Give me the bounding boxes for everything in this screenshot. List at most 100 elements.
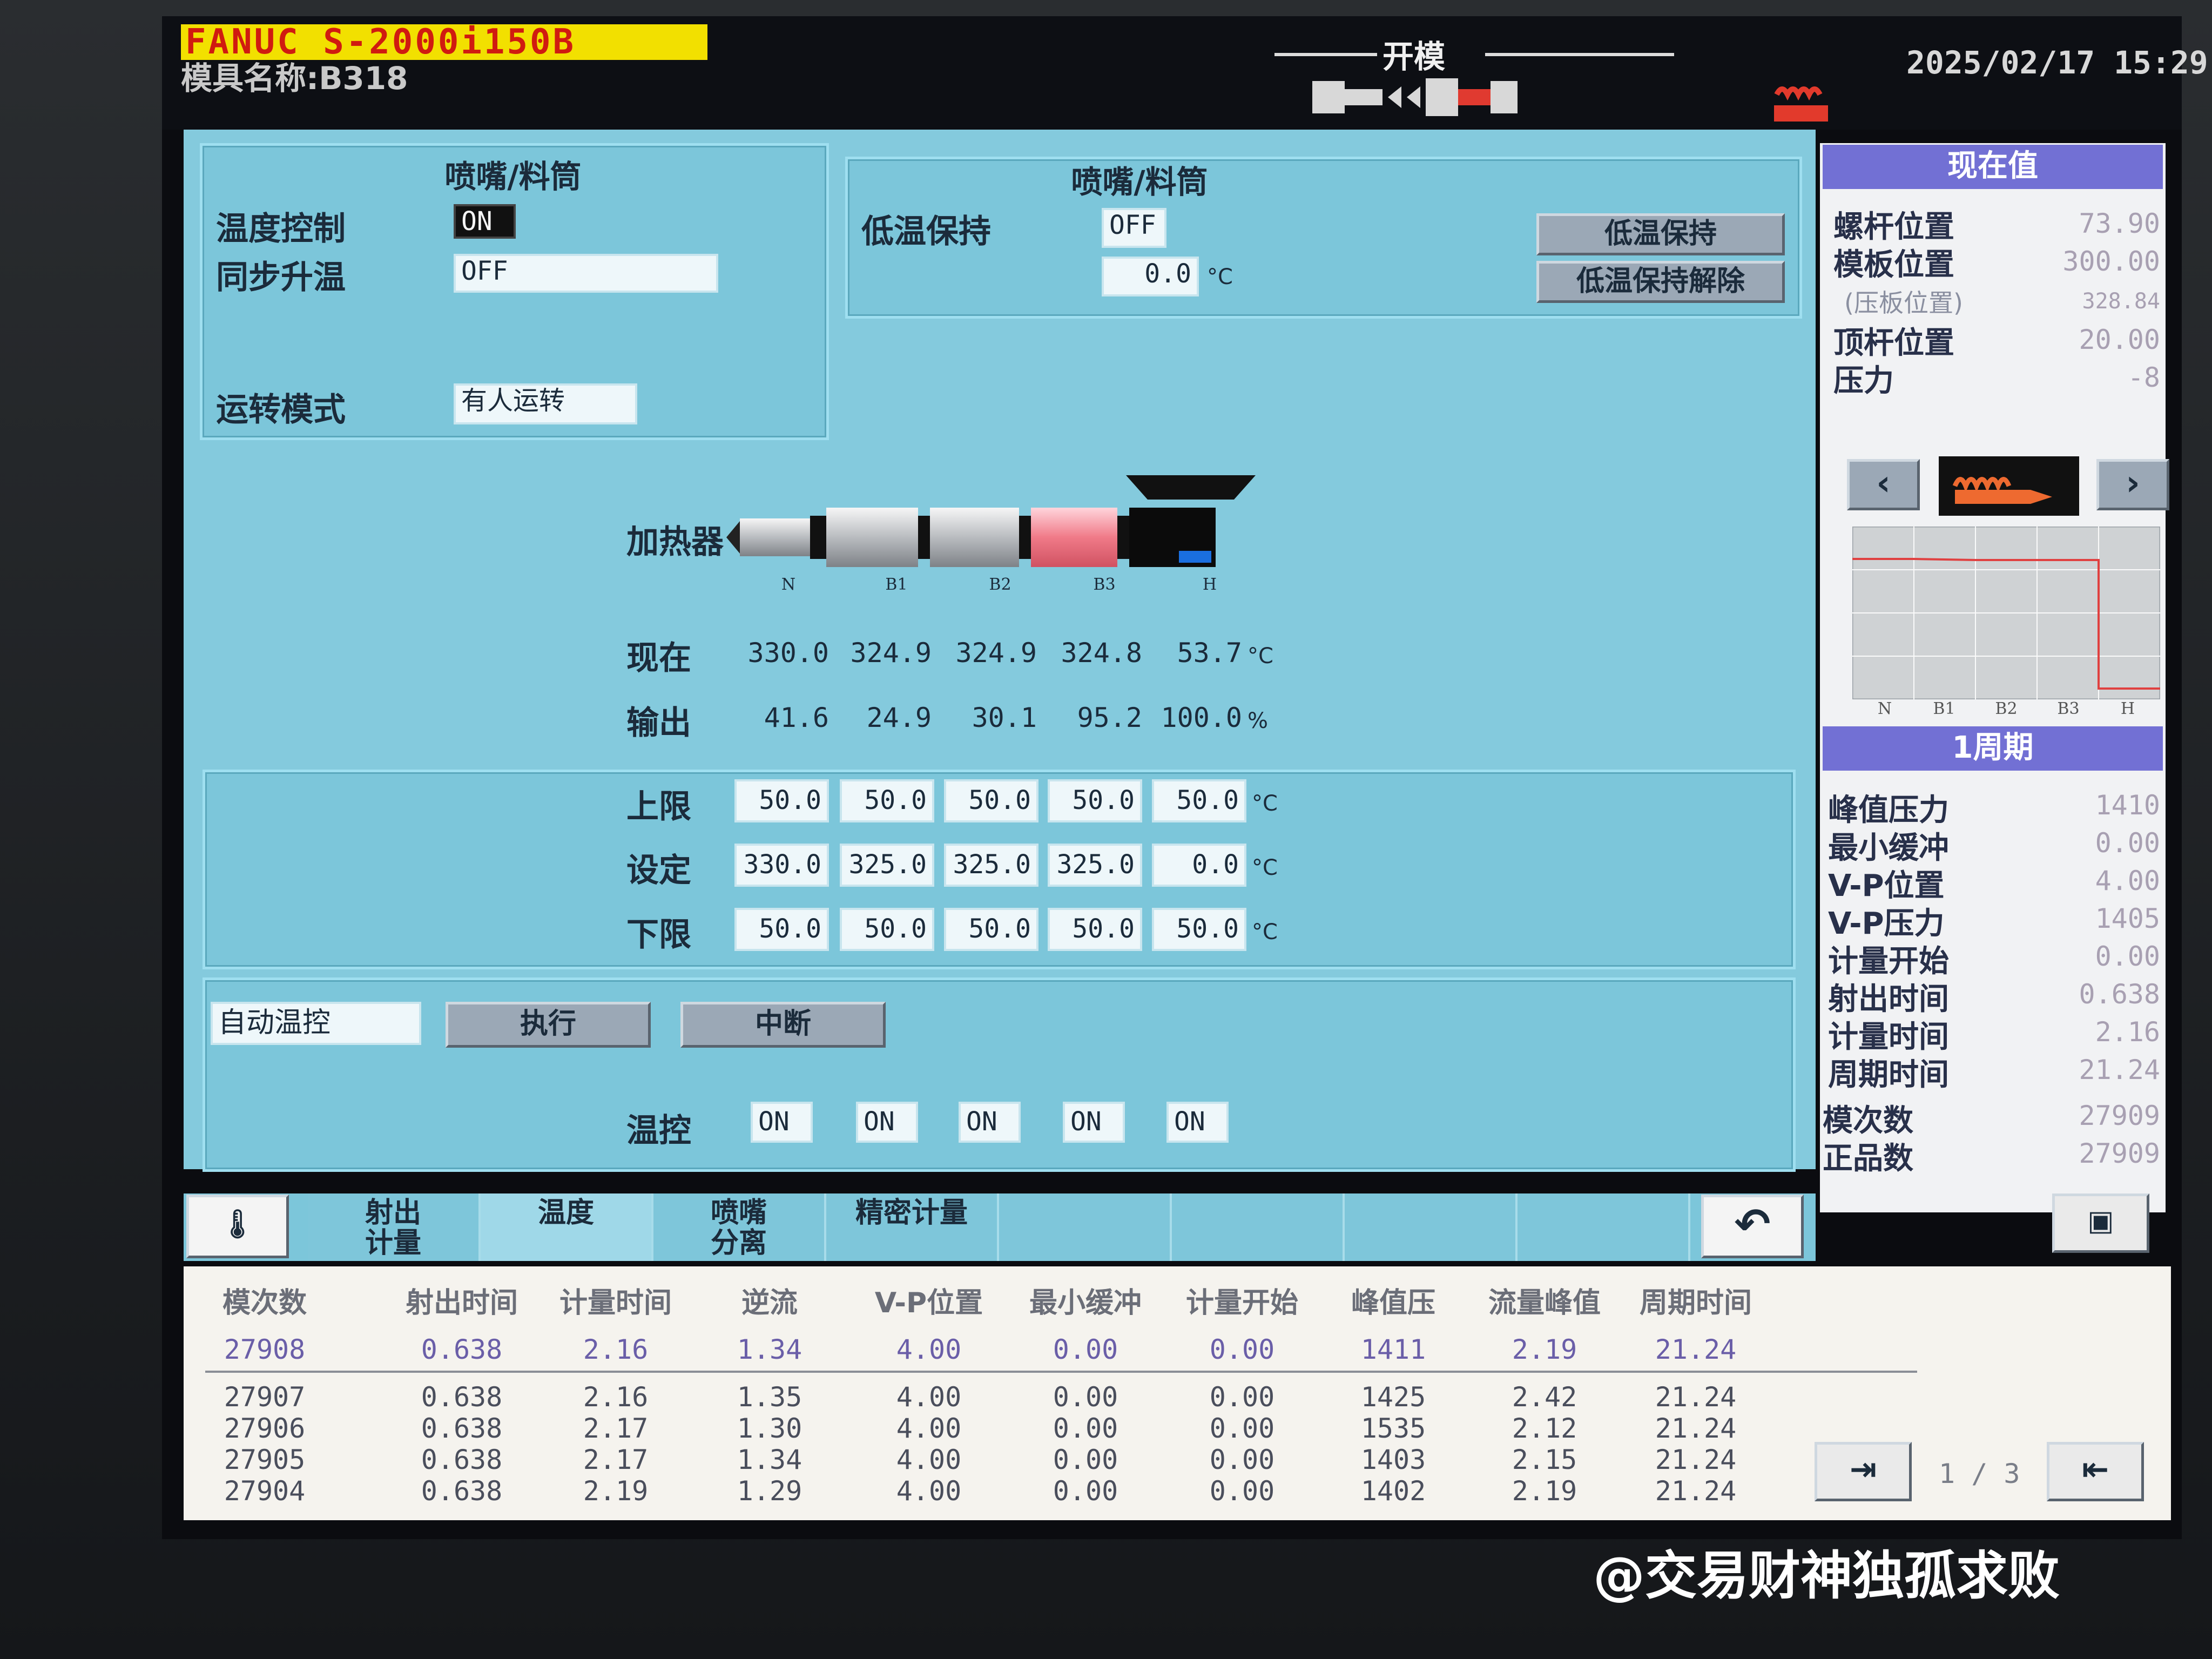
screw-position-value: 73.90 bbox=[2079, 208, 2160, 239]
temp-control-toggle[interactable]: ON bbox=[454, 204, 516, 239]
latest-row-cell: 0.638 bbox=[421, 1334, 503, 1365]
table-cell: 0.00 bbox=[1209, 1413, 1275, 1444]
table-cell: 1.35 bbox=[737, 1381, 802, 1413]
col-header-metering-start: 计量开始 bbox=[1185, 1287, 1298, 1319]
set-temp-n[interactable]: 330.0 bbox=[734, 844, 829, 887]
table-cell: 0.00 bbox=[1053, 1475, 1118, 1507]
panel-title: 喷嘴/料筒 bbox=[444, 158, 582, 195]
table-cell: 2.19 bbox=[583, 1475, 649, 1507]
tab-nozzle-separation[interactable]: 喷嘴 分离 bbox=[653, 1193, 826, 1261]
graph-zone-b1: B1 bbox=[1933, 699, 1955, 718]
press-plate-value: 328.84 bbox=[2082, 289, 2161, 314]
lower-limit-b2[interactable]: 50.0 bbox=[944, 908, 1038, 951]
abort-button[interactable]: 中断 bbox=[680, 1002, 886, 1048]
temp-ctrl-label: 温控 bbox=[626, 1112, 691, 1150]
screen-toggle-icon[interactable]: ▣ bbox=[2052, 1193, 2149, 1253]
tab-empty-6[interactable] bbox=[1172, 1193, 1345, 1261]
temp-ctrl-n[interactable]: ON bbox=[751, 1102, 813, 1143]
page-down-icon[interactable]: ⇤ bbox=[2047, 1442, 2144, 1501]
auto-control-panel bbox=[203, 977, 1796, 1172]
peak-pressure-value: 1410 bbox=[2095, 790, 2160, 821]
good-count-label: 正品数 bbox=[1823, 1141, 1913, 1176]
run-mode-field[interactable]: 有人运转 bbox=[454, 383, 637, 424]
platen-position-label: 模板位置 bbox=[1833, 247, 1954, 282]
table-cell: 2.17 bbox=[583, 1444, 649, 1475]
upper-limit-h[interactable]: 50.0 bbox=[1152, 779, 1246, 822]
upper-limit-n[interactable]: 50.0 bbox=[734, 779, 829, 822]
current-temp-unit: °C bbox=[1247, 644, 1273, 669]
table-cell: 0.638 bbox=[421, 1381, 503, 1413]
tab-empty-5[interactable] bbox=[999, 1193, 1172, 1261]
upper-limit-b2[interactable]: 50.0 bbox=[944, 779, 1038, 822]
good-count-value: 27909 bbox=[2079, 1138, 2160, 1169]
back-arrow-icon[interactable]: ↶ bbox=[1701, 1195, 1804, 1258]
tab-empty-7[interactable] bbox=[1345, 1193, 1518, 1261]
tab-temperature[interactable]: 温度 bbox=[481, 1193, 653, 1261]
table-cell: 0.00 bbox=[1209, 1381, 1275, 1413]
set-temp-b3[interactable]: 325.0 bbox=[1048, 844, 1142, 887]
temp-ctrl-b3[interactable]: ON bbox=[1063, 1102, 1125, 1143]
prev-graph-button[interactable]: ‹ bbox=[1847, 459, 1920, 510]
table-cell: 27904 bbox=[224, 1475, 306, 1507]
temp-ctrl-b1[interactable]: ON bbox=[856, 1102, 918, 1143]
table-cell: 21.24 bbox=[1655, 1381, 1737, 1413]
mold-name: 模具名称:B318 bbox=[181, 60, 408, 97]
tab-precision-metering[interactable]: 精密计量 bbox=[826, 1193, 999, 1261]
pressure-label: 压力 bbox=[1833, 363, 1894, 399]
tab-injection-metering[interactable]: 射出 计量 bbox=[308, 1193, 481, 1261]
barrel-heater-graphic bbox=[726, 475, 1256, 567]
current-temp-h: 53.7 bbox=[1177, 637, 1242, 669]
latest-row-cell: 2.19 bbox=[1512, 1334, 1577, 1365]
temp-ctrl-h[interactable]: ON bbox=[1166, 1102, 1229, 1143]
low-temp-hold-button[interactable]: 低温保持 bbox=[1536, 213, 1785, 255]
table-cell: 0.00 bbox=[1209, 1475, 1275, 1507]
upper-limit-b1[interactable]: 50.0 bbox=[840, 779, 934, 822]
output-b1: 24.9 bbox=[866, 702, 932, 733]
low-temp-value-field[interactable]: 0.0 bbox=[1102, 257, 1199, 296]
zone-label-b2: B2 bbox=[989, 575, 1011, 594]
latest-row-cell: 2.16 bbox=[583, 1334, 649, 1365]
latest-row-cell: 4.00 bbox=[896, 1334, 962, 1365]
heater-status-icon bbox=[1774, 86, 1828, 122]
col-header-shot: 模次数 bbox=[222, 1287, 307, 1319]
table-cell: 27906 bbox=[224, 1413, 306, 1444]
page-up-icon[interactable]: ⇥ bbox=[1815, 1442, 1912, 1501]
set-temp-b1[interactable]: 325.0 bbox=[840, 844, 934, 887]
auto-temp-select[interactable]: 自动温控 bbox=[211, 1002, 421, 1045]
output-label: 输出 bbox=[626, 704, 691, 742]
tab-empty-8[interactable] bbox=[1518, 1193, 1690, 1261]
next-graph-button[interactable]: › bbox=[2096, 459, 2169, 510]
cycle-time-label: 周期时间 bbox=[1828, 1057, 1949, 1092]
col-header-injection-time: 射出时间 bbox=[405, 1287, 518, 1319]
graph-zone-h: H bbox=[2120, 699, 2135, 718]
lower-limit-b3[interactable]: 50.0 bbox=[1048, 908, 1142, 951]
lower-limit-n[interactable]: 50.0 bbox=[734, 908, 829, 951]
col-header-flow-peak: 流量峰值 bbox=[1488, 1287, 1601, 1319]
set-temp-h[interactable]: 0.0 bbox=[1152, 844, 1246, 887]
metering-start-value: 0.00 bbox=[2095, 941, 2160, 972]
table-cell: 21.24 bbox=[1655, 1444, 1737, 1475]
temp-ctrl-b2[interactable]: ON bbox=[959, 1102, 1021, 1143]
table-cell: 2.17 bbox=[583, 1413, 649, 1444]
set-temp-b2[interactable]: 325.0 bbox=[944, 844, 1038, 887]
pressure-value: -8 bbox=[2127, 362, 2160, 393]
lower-limit-h[interactable]: 50.0 bbox=[1152, 908, 1246, 951]
table-cell: 1.34 bbox=[737, 1444, 802, 1475]
thermometer-icon[interactable]: 🌡 bbox=[186, 1195, 289, 1258]
datetime: 2025/02/17 15:29 bbox=[1906, 44, 2208, 81]
mode-divider-left bbox=[1274, 53, 1377, 56]
lower-limit-b1[interactable]: 50.0 bbox=[840, 908, 934, 951]
mold-open-icon bbox=[1312, 78, 1518, 116]
table-cell: 2.42 bbox=[1512, 1381, 1577, 1413]
execute-button[interactable]: 执行 bbox=[446, 1002, 651, 1048]
injection-time-value: 0.638 bbox=[2079, 979, 2160, 1010]
low-temp-release-button[interactable]: 低温保持解除 bbox=[1536, 261, 1785, 303]
col-header-cycle-time: 周期时间 bbox=[1639, 1287, 1752, 1319]
table-cell: 4.00 bbox=[896, 1444, 962, 1475]
low-temp-hold-field[interactable]: OFF bbox=[1102, 208, 1166, 248]
table-cell: 4.00 bbox=[896, 1413, 962, 1444]
upper-limit-b3[interactable]: 50.0 bbox=[1048, 779, 1142, 822]
sync-heat-field[interactable]: OFF bbox=[454, 254, 718, 293]
table-cell: 0.00 bbox=[1053, 1381, 1118, 1413]
latest-row-cell: 1.34 bbox=[737, 1334, 802, 1365]
